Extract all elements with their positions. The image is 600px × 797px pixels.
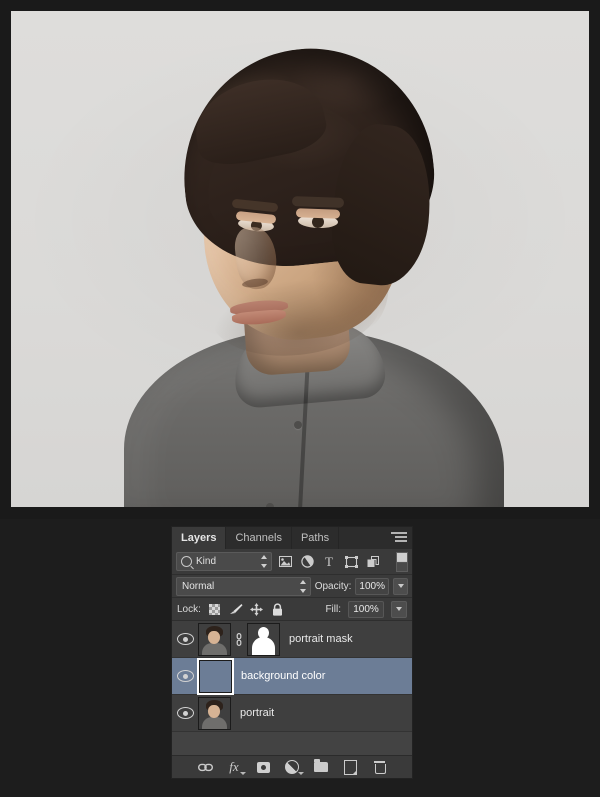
shape-layer-filter-icon[interactable]	[342, 553, 360, 570]
layer-row-background-color[interactable]: background color	[172, 657, 412, 695]
shirt-button	[266, 503, 274, 507]
layer-thumbnail[interactable]	[198, 696, 231, 730]
mask-icon	[256, 761, 270, 773]
new-layer-button[interactable]	[342, 759, 358, 775]
chevron-updown-icon	[299, 579, 307, 593]
tab-paths[interactable]: Paths	[291, 527, 340, 549]
fill-label: Fill:	[325, 603, 341, 615]
chevron-down-icon	[397, 584, 404, 588]
lock-bar: Lock: Fill: 100%	[172, 598, 412, 621]
menu-line	[395, 540, 407, 542]
chevron-down-icon	[396, 607, 402, 611]
folder-icon	[314, 759, 328, 772]
menu-line	[395, 532, 407, 534]
chevron-down-icon	[240, 772, 246, 775]
image-canvas[interactable]	[11, 11, 589, 507]
lock-all[interactable]	[271, 602, 285, 616]
lock-image-pixels[interactable]	[229, 602, 243, 616]
layer-row-portrait-mask[interactable]: portrait mask	[172, 621, 412, 658]
eye-icon	[176, 707, 194, 719]
filter-kind-dropdown[interactable]: Kind	[176, 552, 272, 571]
layer-list-empty-area	[172, 732, 412, 755]
opacity-slider-button[interactable]	[393, 577, 409, 595]
panel-tab-bar: Layers Channels Paths	[172, 527, 412, 549]
eye-icon	[176, 670, 194, 682]
layer-thumbnail[interactable]	[198, 622, 231, 656]
chevron-updown-icon	[261, 555, 268, 568]
layer-name: portrait	[240, 707, 275, 719]
layer-visibility-toggle[interactable]	[172, 670, 198, 682]
document-window	[0, 0, 600, 519]
link-layers-button[interactable]	[197, 759, 213, 775]
layer-mask-thumbnail[interactable]	[247, 622, 280, 656]
menu-line	[395, 536, 407, 538]
adjustment-icon	[285, 760, 299, 774]
tab-layers[interactable]: Layers	[172, 527, 227, 549]
chevron-down-icon	[298, 772, 304, 775]
tab-layers-label: Layers	[181, 532, 217, 544]
layer-visibility-toggle[interactable]	[172, 633, 198, 645]
adjustment-layer-filter-icon[interactable]	[298, 553, 316, 570]
fx-label: fx	[229, 759, 239, 774]
eye-icon	[176, 633, 194, 645]
layer-row-portrait[interactable]: portrait	[172, 695, 412, 732]
blend-mode-dropdown[interactable]: Normal	[176, 576, 311, 596]
brush-icon	[229, 604, 243, 614]
layer-visibility-toggle[interactable]	[172, 707, 198, 719]
lock-label: Lock:	[177, 603, 201, 615]
lock-icon	[273, 602, 283, 616]
new-group-button[interactable]	[313, 759, 329, 775]
app-window: Layers Channels Paths Kind T Normal Opac…	[0, 0, 600, 797]
tab-channels-label: Channels	[235, 532, 282, 544]
layer-name: background color	[241, 670, 326, 682]
filter-enable-toggle[interactable]	[396, 551, 408, 572]
lock-transparent-pixels[interactable]	[208, 602, 222, 616]
opacity-value[interactable]: 100%	[355, 577, 389, 595]
move-arrows-icon	[250, 602, 264, 616]
lock-position[interactable]	[250, 602, 264, 616]
layers-panel: Layers Channels Paths Kind T Normal Opac…	[172, 527, 412, 778]
layer-list: portrait mask background color portrait	[172, 621, 412, 755]
portrait-image	[116, 29, 506, 507]
delete-layer-button[interactable]	[371, 759, 387, 775]
blend-mode-value: Normal	[182, 580, 215, 592]
mask-link-icon[interactable]	[233, 632, 245, 646]
opacity-label: Opacity:	[314, 580, 352, 592]
type-layer-filter-icon[interactable]: T	[320, 553, 338, 570]
shirt-button	[294, 421, 302, 429]
layer-thumbnail[interactable]	[197, 657, 234, 695]
new-adjustment-layer-button[interactable]	[284, 759, 304, 775]
layers-panel-footer: fx	[172, 755, 412, 778]
fill-slider-button[interactable]	[391, 600, 407, 618]
fill-value[interactable]: 100%	[348, 600, 384, 618]
layer-style-button[interactable]: fx	[226, 759, 246, 775]
smart-object-filter-icon[interactable]	[364, 553, 382, 570]
add-layer-mask-button[interactable]	[255, 759, 271, 775]
tab-channels[interactable]: Channels	[226, 527, 292, 549]
tab-paths-label: Paths	[300, 532, 330, 544]
filter-kind-label: Kind	[196, 556, 217, 567]
pixel-layer-filter-icon[interactable]	[276, 553, 294, 570]
layer-name: portrait mask	[289, 633, 353, 645]
blend-mode-bar: Normal Opacity: 100%	[172, 575, 412, 598]
layer-filter-bar: Kind T	[172, 549, 412, 575]
eyelid-right	[295, 208, 341, 219]
magnifier-icon	[181, 556, 192, 567]
new-layer-icon	[343, 759, 357, 775]
panel-menu-icon[interactable]	[391, 532, 407, 544]
checkerboard-icon	[209, 603, 221, 615]
subject-eyebrow-right	[291, 196, 345, 208]
trash-icon	[373, 761, 386, 774]
